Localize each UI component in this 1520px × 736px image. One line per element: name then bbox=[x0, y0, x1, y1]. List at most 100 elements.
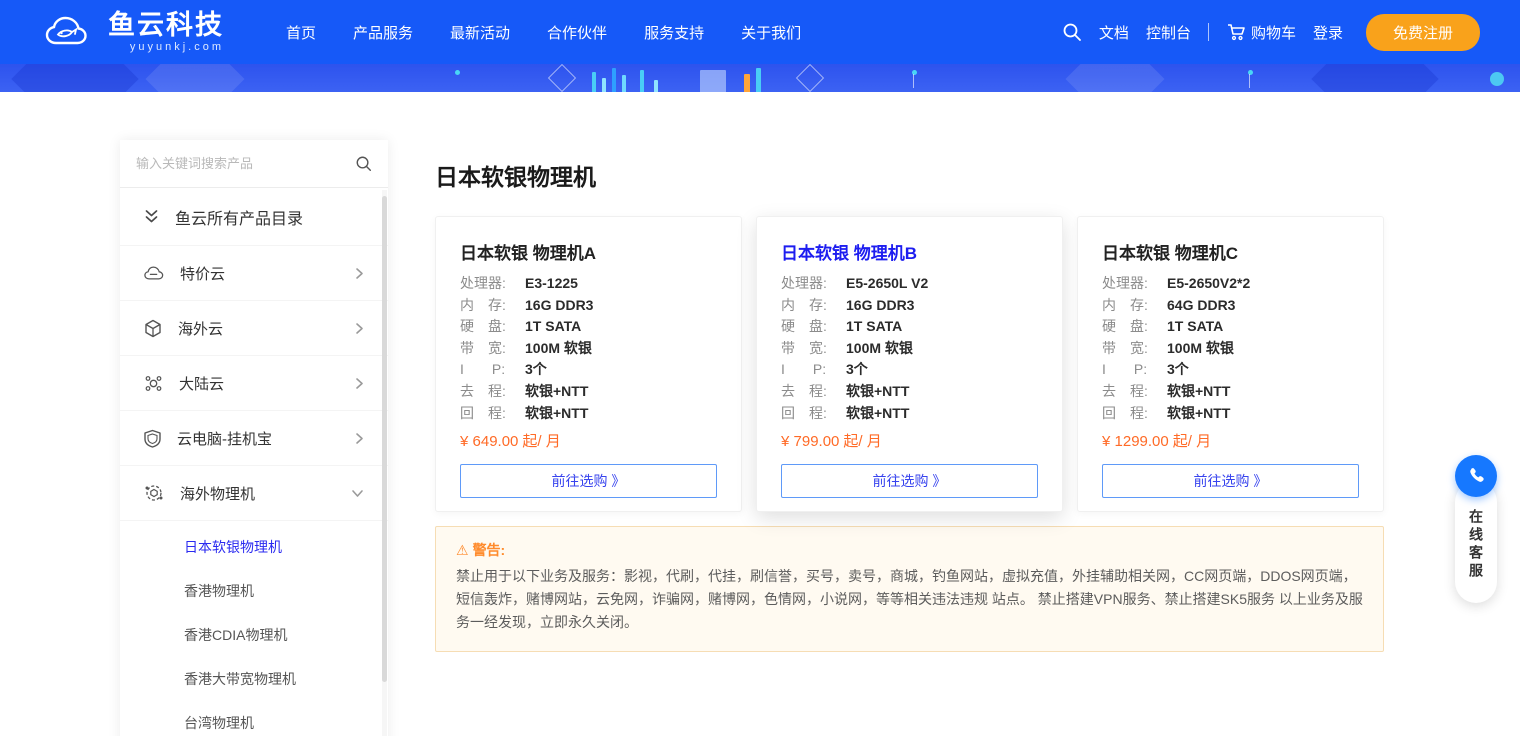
spec-row: 去 程: 软银+NTT bbox=[460, 382, 589, 399]
spec-row: 去 程: 软银+NTT bbox=[781, 382, 910, 399]
sidebar-item-mainland-cloud[interactable]: 大陆云 bbox=[120, 356, 388, 411]
site-header: 鱼云科技 yuyunkj.com 首页 产品服务 最新活动 合作伙伴 服务支持 … bbox=[0, 0, 1520, 64]
banner-decor bbox=[592, 72, 596, 92]
warning-title: ⚠ 警告: bbox=[456, 542, 506, 558]
spec-row: 硬 盘: 1T SATA bbox=[781, 318, 903, 335]
sidebar-item-all-products[interactable]: 鱼云所有产品目录 bbox=[120, 188, 388, 246]
banner-decor bbox=[547, 64, 577, 92]
customer-service-widget: 在线客服 bbox=[1455, 455, 1497, 603]
chevron-right-icon bbox=[355, 377, 364, 390]
banner-decor bbox=[455, 70, 460, 75]
price: ¥ 1299.00 起/ 月 bbox=[1102, 433, 1212, 451]
spec-row: 带 宽: 100M 软银 bbox=[781, 339, 913, 356]
brand-logo[interactable]: 鱼云科技 yuyunkj.com bbox=[44, 9, 224, 53]
cart-label: 购物车 bbox=[1250, 24, 1296, 42]
page-title: 日本软银物理机 bbox=[435, 164, 596, 190]
banner-decor bbox=[622, 75, 626, 92]
chevron-right-icon bbox=[355, 267, 364, 280]
spec-row: 硬 盘: 1T SATA bbox=[1102, 318, 1224, 335]
cloud-icon bbox=[144, 265, 164, 281]
product-cards: 日本软银 物理机A 处理器: E3-1225 内 存: 16G DDR3 硬 盘: 1… bbox=[435, 216, 1384, 512]
product-name: 日本软银 物理机A bbox=[460, 244, 596, 263]
product-search-input[interactable] bbox=[136, 156, 355, 171]
globe-server-icon bbox=[144, 483, 164, 503]
spec-row: 带 宽: 100M 软银 bbox=[1102, 339, 1234, 356]
spec-row: 处理器: E5-2650L V2 bbox=[781, 275, 929, 291]
sidebar-item-label: 海外物理机 bbox=[180, 485, 256, 503]
abuse-warning-box: ⚠ 警告: 禁止用于以下业务及服务：影视，代刷，代挂，刷信誉，买号，卖号，商城，钓… bbox=[435, 526, 1384, 652]
sidebar-item-label: 大陆云 bbox=[179, 375, 225, 393]
main-nav: 首页 产品服务 最新活动 合作伙伴 服务支持 关于我们 bbox=[286, 22, 801, 43]
header-right: 文档 控制台 购物车 登录 免费注册 bbox=[1062, 13, 1480, 51]
banner-decor bbox=[145, 64, 245, 92]
spec-row: 内 存: 16G DDR3 bbox=[781, 296, 915, 313]
buy-button[interactable]: 前往选购 》 bbox=[460, 464, 717, 499]
spec-row: 回 程: 软银+NTT bbox=[460, 404, 589, 421]
nav-item-products[interactable]: 产品服务 bbox=[353, 22, 413, 43]
sidebar-item-label: 云电脑-挂机宝 bbox=[177, 430, 272, 448]
sidebar-item-special-cloud[interactable]: 特价云 bbox=[120, 246, 388, 301]
spec-row: 处理器: E3-1225 bbox=[460, 275, 578, 291]
tech-banner bbox=[0, 64, 1520, 92]
cloud-fish-logo-icon bbox=[44, 13, 96, 51]
spec-row: 回 程: 软银+NTT bbox=[781, 404, 910, 421]
sidebar-item-label: 海外云 bbox=[178, 320, 224, 338]
header-divider bbox=[1207, 23, 1209, 41]
spec-row: I P: 3个 bbox=[460, 361, 547, 378]
brand-name: 鱼云科技 bbox=[108, 9, 224, 40]
sidebar-item-overseas-cloud[interactable]: 海外云 bbox=[120, 301, 388, 356]
brand-domain: yuyunkj.com bbox=[129, 40, 224, 53]
spec-row: I P: 3个 bbox=[1102, 361, 1189, 378]
banner-decor bbox=[1065, 64, 1165, 92]
sidebar-subitem-hongkong-cdia[interactable]: 香港CDIA物理机 bbox=[120, 613, 388, 657]
nav-item-promotions[interactable]: 最新活动 bbox=[450, 22, 510, 43]
docs-link[interactable]: 文档 bbox=[1099, 22, 1129, 43]
sidebar-item-cloud-pc[interactable]: 云电脑-挂机宝 bbox=[120, 411, 388, 466]
search-icon[interactable] bbox=[355, 155, 372, 172]
atom-icon bbox=[144, 374, 163, 393]
sidebar-scrollbar-thumb[interactable] bbox=[382, 196, 387, 682]
login-link[interactable]: 登录 bbox=[1313, 22, 1343, 43]
sidebar-search-row bbox=[120, 140, 388, 188]
buy-button[interactable]: 前往选购 》 bbox=[1102, 464, 1359, 499]
chevron-right-icon bbox=[355, 432, 364, 445]
cart-link[interactable]: 购物车 bbox=[1226, 22, 1296, 43]
sidebar-subitem-hongkong-bigbw[interactable]: 香港大带宽物理机 bbox=[120, 657, 388, 701]
product-card-c: 日本软银 物理机C 处理器: E5-2650V2*2 内 存: 64G DDR3 硬… bbox=[1077, 216, 1384, 512]
sidebar-item-overseas-physical[interactable]: 海外物理机 bbox=[120, 466, 388, 521]
warning-body: 禁止用于以下业务及服务：影视，代刷，代挂，刷信誉，买号，卖号，商城，钓鱼网站，虚… bbox=[456, 568, 1363, 630]
online-service-label: 在线客服 bbox=[1468, 509, 1484, 581]
sidebar-subitem-hongkong[interactable]: 香港物理机 bbox=[120, 569, 388, 613]
product-sidebar: 鱼云所有产品目录 特价云 海外云 bbox=[120, 140, 388, 736]
sidebar-subitem-taiwan[interactable]: 台湾物理机 bbox=[120, 701, 388, 736]
banner-decor bbox=[1311, 64, 1439, 92]
online-service-button[interactable]: 在线客服 bbox=[1455, 481, 1497, 603]
console-link[interactable]: 控制台 bbox=[1146, 22, 1191, 43]
product-card-b: 日本软银 物理机B 处理器: E5-2650L V2 内 存: 16G DDR3 硬… bbox=[756, 216, 1063, 512]
spec-row: 内 存: 64G DDR3 bbox=[1102, 296, 1236, 313]
spec-row: 内 存: 16G DDR3 bbox=[460, 296, 594, 313]
product-card-a: 日本软银 物理机A 处理器: E3-1225 内 存: 16G DDR3 硬 盘: 1… bbox=[435, 216, 742, 512]
price: ¥ 649.00 起/ 月 bbox=[460, 433, 561, 451]
register-button[interactable]: 免费注册 bbox=[1365, 13, 1480, 51]
search-icon[interactable] bbox=[1062, 22, 1082, 42]
cube-icon bbox=[144, 319, 162, 338]
banner-decor bbox=[795, 64, 825, 92]
warning-icon: ⚠ bbox=[456, 542, 469, 558]
nav-item-home[interactable]: 首页 bbox=[286, 22, 316, 43]
nav-item-partners[interactable]: 合作伙伴 bbox=[547, 22, 607, 43]
product-name[interactable]: 日本软银 物理机B bbox=[781, 239, 1038, 264]
spec-row: 带 宽: 100M 软银 bbox=[460, 339, 592, 356]
sidebar-item-label: 特价云 bbox=[180, 265, 226, 283]
buy-button[interactable]: 前往选购 》 bbox=[781, 464, 1038, 499]
cart-icon bbox=[1226, 22, 1246, 42]
banner-decor bbox=[602, 78, 606, 92]
banner-decor bbox=[744, 74, 750, 92]
nav-item-about[interactable]: 关于我们 bbox=[741, 22, 801, 43]
nav-item-support[interactable]: 服务支持 bbox=[644, 22, 704, 43]
sidebar-subitem-japan-softbank[interactable]: 日本软银物理机 bbox=[120, 525, 388, 569]
phone-button[interactable] bbox=[1455, 455, 1497, 497]
phone-icon bbox=[1466, 466, 1486, 486]
banner-decor bbox=[640, 70, 644, 92]
shield-icon bbox=[144, 429, 161, 448]
